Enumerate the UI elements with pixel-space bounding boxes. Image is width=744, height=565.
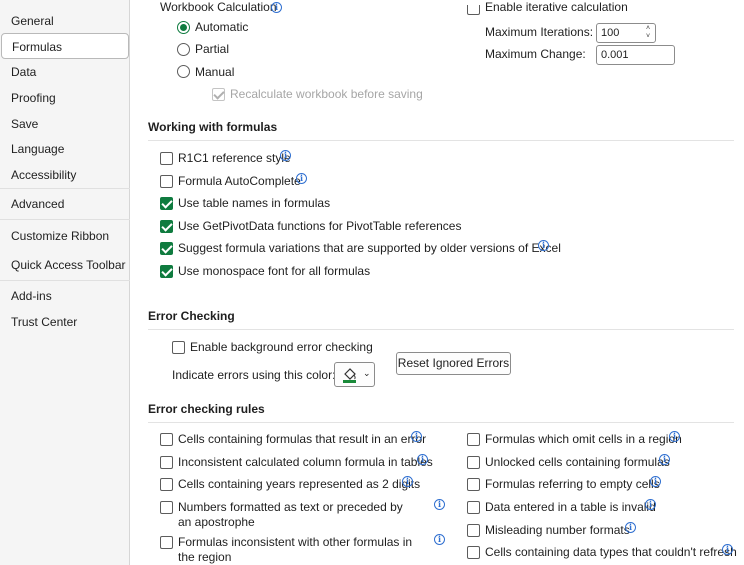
section-divider (148, 329, 734, 330)
getpivotdata-checkbox[interactable] (160, 220, 173, 233)
monospace-font-label: Use monospace font for all formulas (178, 264, 371, 278)
rule-unlocked-cells-label: Unlocked cells containing formulas (485, 455, 670, 469)
monospace-font-checkbox[interactable] (160, 265, 173, 278)
recalc-before-saving-checkbox (212, 88, 225, 101)
info-icon[interactable]: i (296, 173, 307, 184)
max-iterations-input[interactable]: 100 ˄ ˅ (596, 23, 656, 43)
rule-data-types-refresh-checkbox[interactable] (467, 546, 480, 559)
iterative-calc-label: Enable iterative calculation (485, 0, 628, 14)
info-icon[interactable]: i (434, 534, 445, 545)
background-error-checking-checkbox[interactable] (172, 341, 185, 354)
rule-unlocked-cells-checkbox[interactable] (467, 456, 480, 469)
sidebar-item-customize-ribbon[interactable]: Customize Ribbon (0, 223, 130, 249)
paint-bucket-icon (343, 368, 356, 383)
background-error-checking-label: Enable background error checking (190, 340, 373, 354)
error-color-picker[interactable]: ⌄ (334, 362, 375, 387)
sidebar-item-save[interactable]: Save (0, 111, 130, 137)
max-iterations-value: 100 (601, 27, 620, 39)
suggest-variations-label: Suggest formula variations that are supp… (178, 241, 561, 255)
max-change-label: Maximum Change: (485, 47, 586, 61)
error-checking-section-title: Error Checking (148, 309, 235, 323)
rules-section-title: Error checking rules (148, 402, 265, 416)
options-sidebar: General Formulas Data Proofing Save Lang… (0, 0, 130, 565)
sidebar-divider (0, 188, 130, 189)
recalc-before-saving-label: Recalculate workbook before saving (230, 87, 423, 101)
info-icon[interactable]: i (271, 2, 282, 13)
rule-invalid-table-data-label: Data entered in a table is invalid (485, 500, 656, 514)
iterative-calc-checkbox[interactable] (467, 5, 480, 15)
sidebar-item-data[interactable]: Data (0, 59, 130, 85)
sidebar-item-advanced[interactable]: Advanced (0, 191, 130, 217)
sidebar-item-quick-access-toolbar[interactable]: Quick Access Toolbar (0, 252, 130, 278)
indicate-errors-label: Indicate errors using this color: (172, 368, 336, 382)
sidebar-item-accessibility[interactable]: Accessibility (0, 162, 130, 188)
calc-automatic-radio[interactable] (177, 21, 190, 34)
info-icon[interactable]: i (645, 499, 656, 510)
rule-omit-cells-label: Formulas which omit cells in a region (485, 432, 682, 446)
rule-omit-cells-checkbox[interactable] (467, 433, 480, 446)
info-icon[interactable]: i (669, 431, 680, 442)
info-icon[interactable]: i (280, 150, 291, 161)
rule-invalid-table-data-checkbox[interactable] (467, 501, 480, 514)
sidebar-item-language[interactable]: Language (0, 136, 130, 162)
chevron-down-icon: ⌄ (363, 368, 371, 378)
calc-partial-label: Partial (195, 42, 230, 56)
sidebar-item-general[interactable]: General (0, 8, 130, 34)
info-icon[interactable]: i (538, 240, 549, 251)
reset-ignored-errors-button[interactable]: Reset Ignored Errors (396, 352, 511, 375)
table-names-label: Use table names in formulas (178, 196, 331, 210)
rule-inconsistent-formulas-label: Formulas inconsistent with other formula… (178, 535, 413, 564)
calc-automatic-label: Automatic (195, 20, 249, 34)
info-icon[interactable]: i (417, 454, 428, 465)
formula-autocomplete-label: Formula AutoComplete (178, 174, 301, 188)
rule-inconsistent-formulas-checkbox[interactable] (160, 536, 173, 549)
sidebar-item-add-ins[interactable]: Add-ins (0, 283, 130, 309)
max-change-value: 0.001 (601, 49, 629, 61)
working-section-title: Working with formulas (148, 120, 278, 134)
max-change-input[interactable]: 0.001 (596, 45, 675, 65)
rule-formulas-error-label: Cells containing formulas that result in… (178, 432, 427, 446)
rule-empty-cells-label: Formulas referring to empty cells (485, 477, 660, 491)
rule-misleading-formats-checkbox[interactable] (467, 524, 480, 537)
max-iterations-label: Maximum Iterations: (485, 25, 594, 39)
info-icon[interactable]: i (411, 431, 422, 442)
rule-numbers-as-text-checkbox[interactable] (160, 501, 173, 514)
rule-numbers-as-text-label: Numbers formatted as text or preceded by… (178, 500, 403, 529)
info-icon[interactable]: i (625, 522, 636, 533)
section-divider (148, 140, 734, 141)
info-icon[interactable]: i (722, 544, 733, 555)
info-icon[interactable]: i (434, 499, 445, 510)
info-icon[interactable]: i (659, 454, 670, 465)
calc-manual-label: Manual (195, 65, 235, 79)
rule-misleading-formats-label: Misleading number formats (485, 523, 630, 537)
suggest-variations-checkbox[interactable] (160, 242, 173, 255)
rule-inconsistent-column-label: Inconsistent calculated column formula i… (178, 455, 433, 469)
sidebar-divider (0, 219, 130, 220)
sidebar-item-formulas[interactable]: Formulas (1, 33, 129, 59)
table-names-checkbox[interactable] (160, 197, 173, 210)
sidebar-item-trust-center[interactable]: Trust Center (0, 309, 130, 335)
calc-section-title: Workbook Calculation (160, 0, 277, 14)
rule-inconsistent-column-checkbox[interactable] (160, 456, 173, 469)
info-icon[interactable]: i (650, 476, 661, 487)
rule-data-types-refresh-label: Cells containing data types that couldn'… (485, 545, 737, 559)
r1c1-label: R1C1 reference style (178, 151, 291, 165)
calc-partial-radio[interactable] (177, 43, 190, 56)
rule-two-digit-years-checkbox[interactable] (160, 478, 173, 491)
spinner-arrows-icon[interactable]: ˄ ˅ (644, 25, 652, 41)
section-divider (148, 422, 734, 423)
rule-two-digit-years-label: Cells containing years represented as 2 … (178, 477, 421, 491)
formula-autocomplete-checkbox[interactable] (160, 175, 173, 188)
sidebar-divider (0, 280, 130, 281)
rule-formulas-error-checkbox[interactable] (160, 433, 173, 446)
sidebar-item-proofing[interactable]: Proofing (0, 85, 130, 111)
rule-empty-cells-checkbox[interactable] (467, 478, 480, 491)
calc-manual-radio[interactable] (177, 65, 190, 78)
info-icon[interactable]: i (402, 476, 413, 487)
r1c1-checkbox[interactable] (160, 152, 173, 165)
getpivotdata-label: Use GetPivotData functions for PivotTabl… (178, 219, 462, 233)
